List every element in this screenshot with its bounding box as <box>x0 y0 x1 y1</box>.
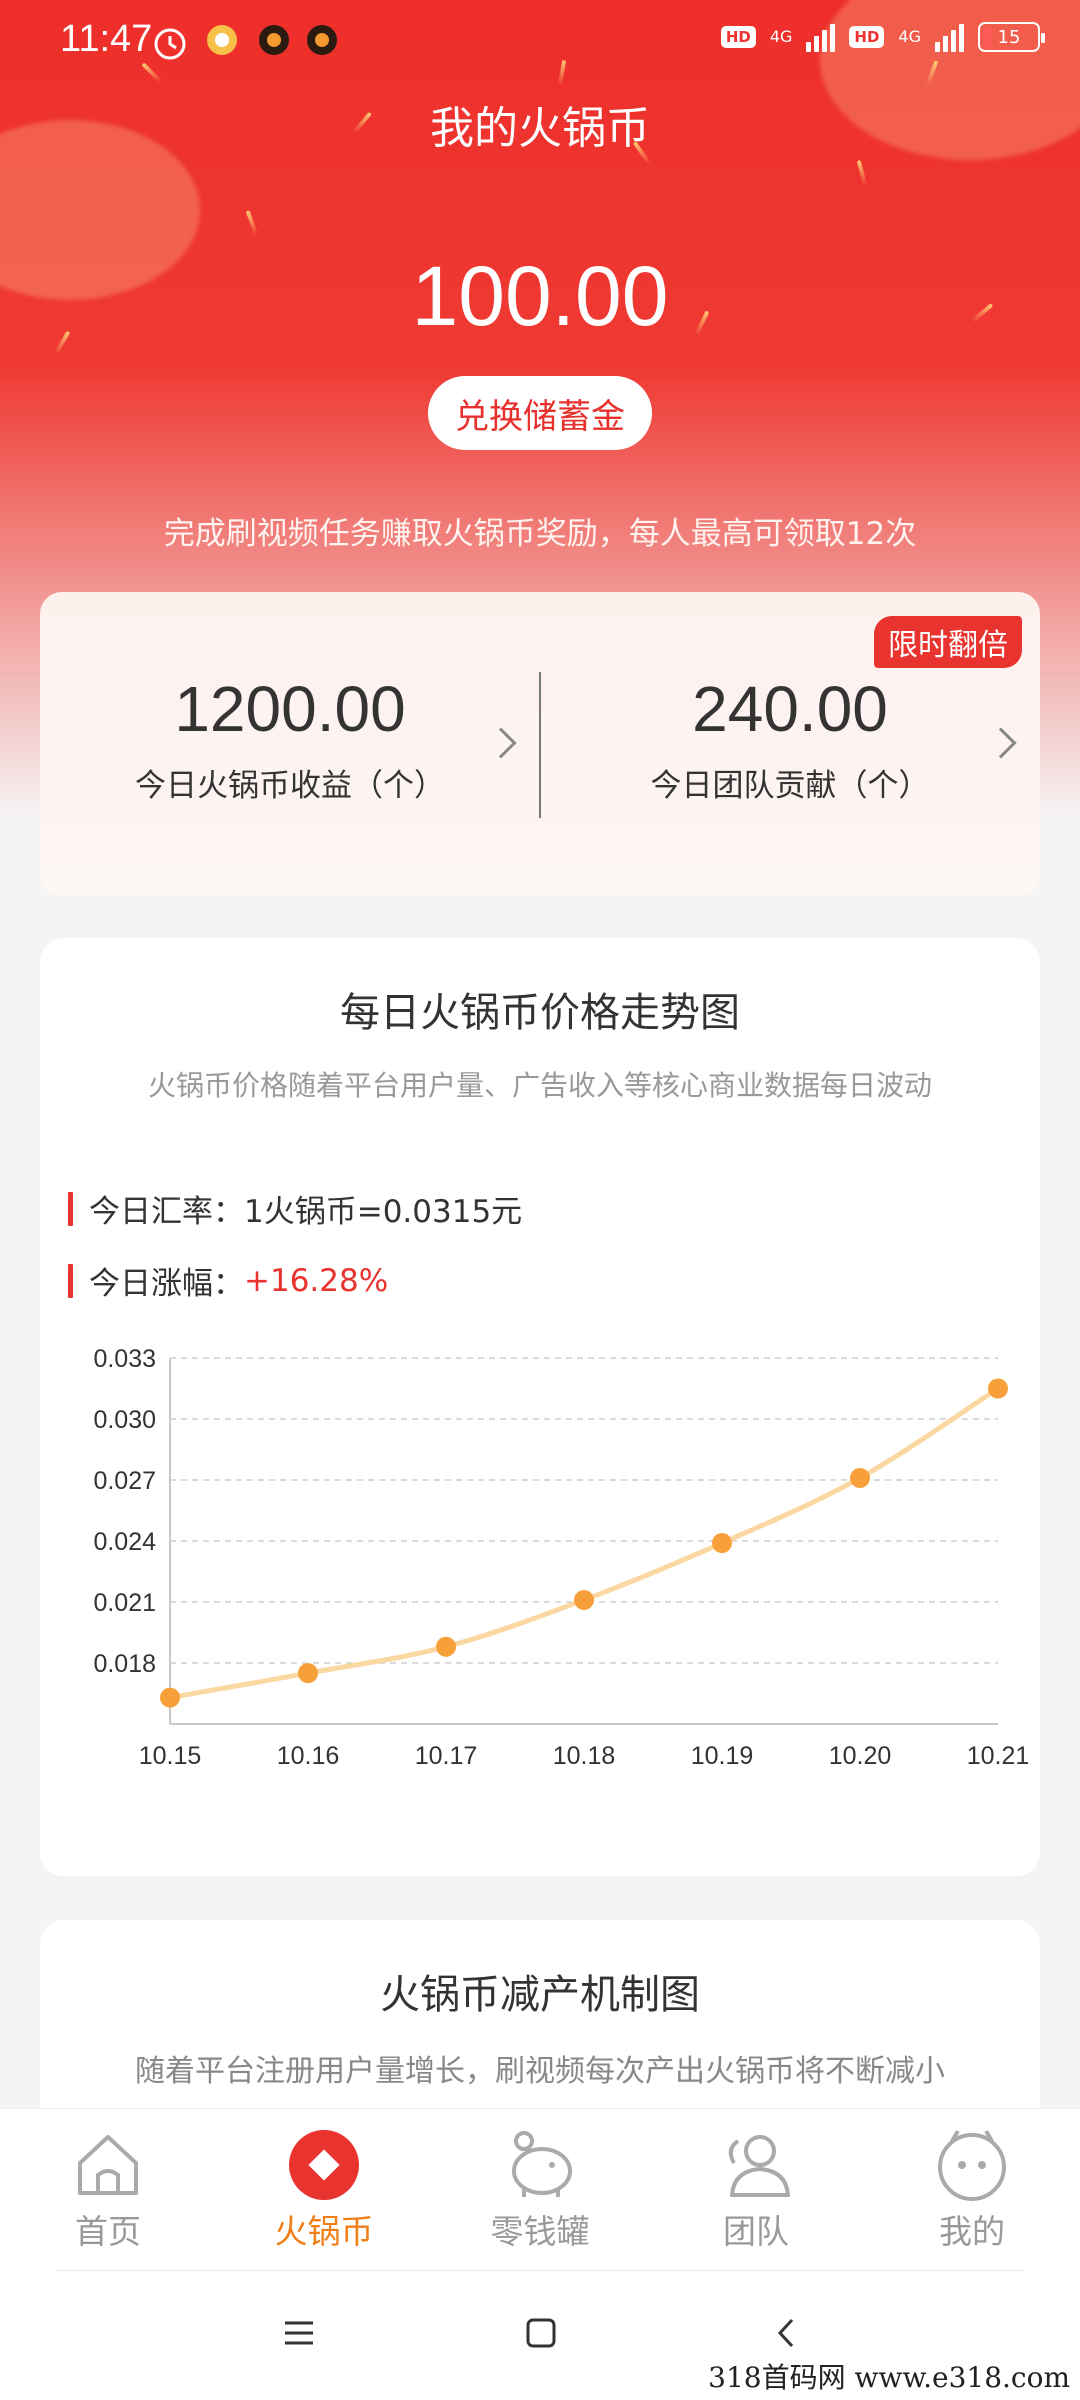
tab-home[interactable]: 首页 <box>0 2127 216 2253</box>
y-tick-label: 0.033 <box>93 1345 156 1373</box>
y-tick-label: 0.021 <box>93 1589 156 1617</box>
profile-icon <box>938 2129 1006 2201</box>
price-trend-chart: 0.018 0.021 0.024 0.027 0.030 0.033 10.15 10.16… <box>93 1345 1030 1770</box>
system-navigation-bar: 318首码网 www.e318.com <box>0 2272 1080 2400</box>
data-point <box>298 1663 318 1684</box>
x-tick-label: 10.15 <box>139 1742 202 1770</box>
y-tick-label: 0.030 <box>93 1406 156 1434</box>
app-notification-icon <box>207 25 237 55</box>
menu-icon[interactable] <box>282 2316 316 2350</box>
tab-home-label: 首页 <box>75 2212 141 2251</box>
team-icon <box>728 2135 790 2197</box>
battery-level: 15 <box>997 26 1021 48</box>
x-tick-label: 10.16 <box>277 1742 340 1770</box>
watermark: 318首码网 www.e318.com <box>708 2361 1070 2394</box>
piggy-bank-icon <box>512 2131 572 2197</box>
back-icon[interactable] <box>770 2316 804 2350</box>
x-tick-label: 10.18 <box>553 1742 616 1770</box>
hd-indicator-2: HD <box>849 26 885 48</box>
tab-coin[interactable]: 火锅币 <box>216 2127 432 2253</box>
status-bar: 11:47 HD 4G HD 4G 15 <box>0 0 1080 84</box>
exchange-rate-value: 1火锅币=0.0315元 <box>244 1194 523 1230</box>
double-reward-badge: 限时翻倍 <box>874 616 1022 668</box>
output-reduction-description: 随着平台注册用户量增长，刷视频每次产出火锅币将不断减小 <box>135 2054 945 2089</box>
app-notification-icon-3 <box>307 25 337 55</box>
price-trend-card: 每日火锅币价格走势图 火锅币价格随着平台用户量、广告收入等核心商业数据每日波动 … <box>40 938 1040 1876</box>
tab-profile-label: 我的 <box>939 2212 1005 2251</box>
data-point <box>988 1378 1008 1399</box>
coin-balance: 100.00 <box>411 249 669 343</box>
hd-indicator: HD <box>720 26 756 48</box>
status-time: 11:47 <box>60 18 153 60</box>
team-contribution-value: 240.00 <box>692 673 888 745</box>
price-series-line <box>169 1386 1000 1701</box>
price-trend-title: 每日火锅币价格走势图 <box>340 990 740 1036</box>
x-tick-label: 10.21 <box>967 1742 1030 1770</box>
coin-icon <box>289 2130 359 2200</box>
tab-team[interactable]: 团队 <box>648 2127 864 2253</box>
today-earnings-label: 今日火锅币收益（个） <box>135 768 445 804</box>
y-tick-label: 0.027 <box>93 1467 156 1495</box>
y-tick-label: 0.024 <box>93 1528 156 1556</box>
network-type: 4G <box>769 27 793 46</box>
bottom-tab-bar: 首页 火锅币 零钱罐 团队 我的 <box>0 2108 1080 2272</box>
exchange-rate-label: 今日汇率： <box>89 1194 244 1230</box>
battery-icon: 15 <box>978 22 1045 52</box>
network-type-2: 4G <box>898 27 921 46</box>
data-point <box>850 1467 870 1488</box>
price-change-label: 今日涨幅： <box>89 1266 244 1302</box>
page-title: 我的火锅币 <box>430 103 650 154</box>
home-icon <box>78 2135 138 2195</box>
divider <box>56 2270 1024 2271</box>
price-change-row: 今日涨幅： +16.28% <box>68 1258 388 1303</box>
data-point <box>712 1533 732 1554</box>
today-earnings-value: 1200.00 <box>174 673 406 745</box>
price-trend-description: 火锅币价格随着平台用户量、广告收入等核心商业数据每日波动 <box>147 1069 932 1102</box>
tab-coin-label: 火锅币 <box>274 2212 374 2251</box>
page: 11:47 HD 4G HD 4G 15 我的火锅币 100.00 兑换储蓄金 … <box>0 0 1080 2400</box>
home-button-icon[interactable] <box>524 2316 558 2350</box>
alarm-icon <box>154 28 186 60</box>
x-tick-label: 10.19 <box>691 1742 754 1770</box>
tab-profile[interactable]: 我的 <box>864 2127 1080 2253</box>
price-change-value: +16.28% <box>244 1262 389 1299</box>
y-tick-label: 0.018 <box>93 1650 156 1678</box>
x-tick-label: 10.20 <box>829 1742 892 1770</box>
team-contribution-label: 今日团队贡献（个） <box>650 768 930 804</box>
data-point <box>436 1636 456 1657</box>
earnings-summary-card: 限时翻倍 1200.00 今日火锅币收益（个） 240.00 今日团队贡献（个） <box>40 592 1040 896</box>
data-point <box>160 1687 180 1708</box>
today-earnings-stat[interactable]: 1200.00 今日火锅币收益（个） <box>40 672 540 805</box>
x-tick-label: 10.17 <box>415 1742 478 1770</box>
signal-icon-2 <box>935 22 964 52</box>
tab-team-label: 团队 <box>723 2212 789 2251</box>
team-contribution-stat[interactable]: 240.00 今日团队贡献（个） <box>540 672 1040 805</box>
data-point <box>574 1589 594 1610</box>
app-notification-icon-2 <box>259 25 289 55</box>
tab-piggy-bank-label: 零钱罐 <box>490 2212 590 2251</box>
exchange-savings-button[interactable]: 兑换储蓄金 <box>428 376 652 450</box>
exchange-rate-row: 今日汇率： 1火锅币=0.0315元 <box>68 1186 522 1231</box>
reward-hint: 完成刷视频任务赚取火锅币奖励，每人最高可领取12次 <box>163 516 917 552</box>
signal-icon <box>806 22 836 52</box>
output-reduction-title: 火锅币减产机制图 <box>380 1972 700 2018</box>
tab-piggy-bank[interactable]: 零钱罐 <box>432 2127 648 2253</box>
